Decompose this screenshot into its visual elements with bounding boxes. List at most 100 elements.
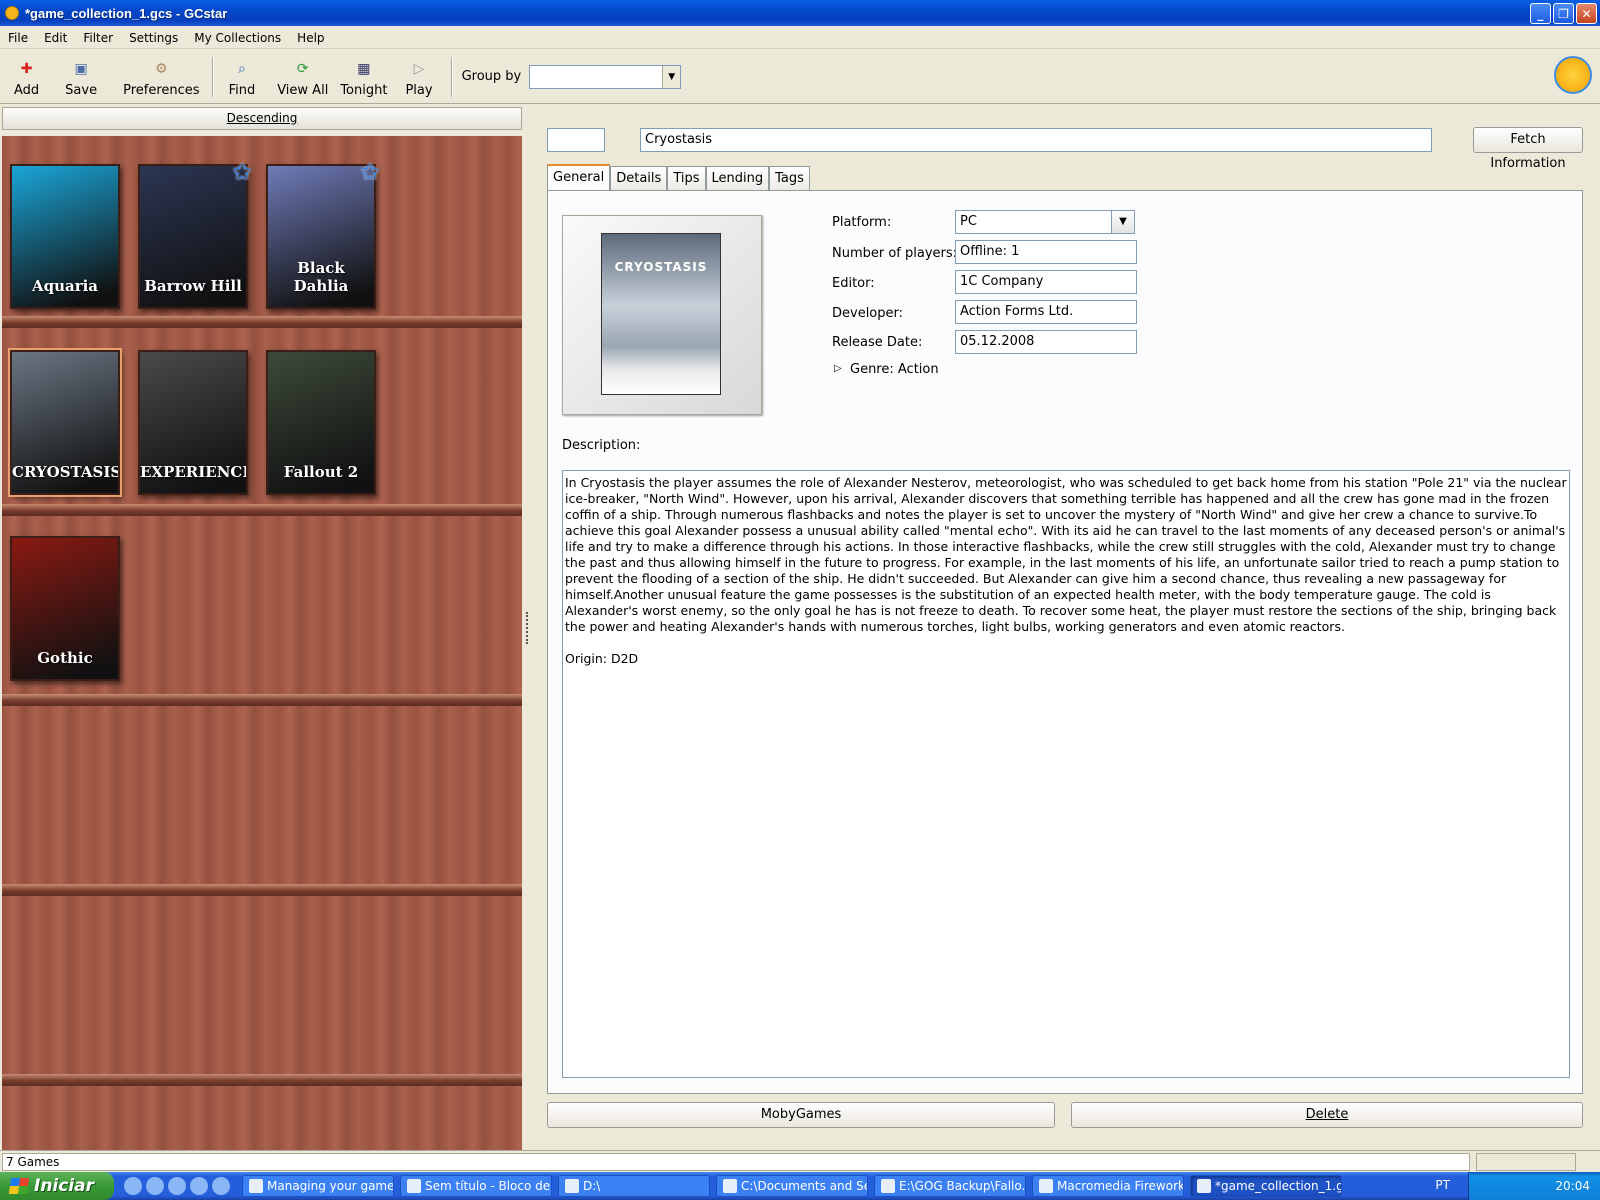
splitter-grip[interactable] (526, 612, 528, 644)
game-cover-title: Gothic (37, 649, 93, 667)
menu-filter[interactable]: Filter (75, 31, 121, 45)
group-by: Group by ▼ (462, 64, 682, 89)
tab-lending[interactable]: Lending (705, 166, 770, 190)
general-tab-panel: CRYOSTASIS Platform: PC ▼ Number of play… (547, 190, 1583, 1094)
game-cover-1[interactable]: Aquaria (10, 164, 120, 309)
game-cover-title: Aquaria (31, 277, 99, 295)
taskbar-button[interactable]: D:\ (558, 1175, 710, 1197)
taskbar: Iniciar Managing your game... Sem título … (0, 1172, 1600, 1200)
start-label: Iniciar (34, 1176, 95, 1196)
play-label: Play (405, 82, 433, 98)
menu-bar: File Edit Filter Settings My Collections… (0, 27, 1600, 49)
view-all-label: View All (277, 82, 329, 98)
description-textarea[interactable]: In Cryostasis the player assumes the rol… (562, 470, 1570, 1078)
players-label: Number of players: (832, 246, 958, 261)
genre-expander[interactable]: Genre: Action (850, 362, 939, 377)
game-cover-title: Fallout 2 (283, 463, 359, 481)
taskbar-button[interactable]: Macromedia Firework... (1032, 1175, 1184, 1197)
menu-settings[interactable]: Settings (121, 31, 186, 45)
preferences-label: Preferences (123, 82, 200, 98)
status-item-count: 7 Games (2, 1153, 1470, 1171)
windows-flag-icon (8, 1178, 30, 1194)
taskbar-button[interactable]: Managing your game... (242, 1175, 394, 1197)
save-button[interactable]: ▣ Save (65, 53, 97, 101)
menu-help[interactable]: Help (289, 31, 332, 45)
tab-details[interactable]: Details (610, 166, 668, 190)
genre-expander-icon[interactable]: ▷ (834, 363, 842, 374)
game-cover-title: CRYOSTASIS (12, 463, 120, 481)
menu-edit[interactable]: Edit (36, 31, 75, 45)
ie-icon[interactable] (124, 1177, 142, 1195)
save-label: Save (65, 82, 98, 98)
taskbar-button[interactable]: Sem título - Bloco de ... (400, 1175, 552, 1197)
restore-icon[interactable]: ❐ (1553, 3, 1574, 24)
add-button[interactable]: ✚ Add (14, 53, 39, 101)
view-all-icon: ⟳ (296, 60, 309, 77)
toolbar-separator (450, 56, 452, 97)
name-field[interactable]: Cryostasis (640, 128, 1432, 152)
detail-panel: Cryostasis Fetch Information General Det… (530, 105, 1600, 1150)
toolbar: ✚ Add ▣ Save ⚙ Preferences ⌕ Find ⟳ View… (0, 50, 1600, 104)
minimize-icon[interactable]: _ (1530, 3, 1551, 24)
platform-dropdown-arrow-icon[interactable]: ▼ (1111, 210, 1135, 234)
menu-file[interactable]: File (0, 31, 36, 45)
cover-image-frame[interactable]: CRYOSTASIS (562, 215, 762, 415)
game-cover-7[interactable]: Gothic (10, 536, 120, 681)
close-icon[interactable]: ✕ (1576, 3, 1597, 24)
window-title: *game_collection_1.gcs - GCstar (25, 5, 228, 21)
play-icon: ▷ (413, 60, 425, 77)
title-bar[interactable]: *game_collection_1.gcs - GCstar _ ❐ ✕ (0, 0, 1600, 26)
description-label: Description: (562, 438, 641, 453)
show-desktop-icon[interactable] (212, 1177, 230, 1195)
language-indicator[interactable]: PT (1435, 1178, 1450, 1192)
preferences-button[interactable]: ⚙ Preferences (123, 53, 199, 101)
save-icon: ▣ (74, 60, 88, 77)
taskbar-button[interactable]: E:\GOG Backup\Fallo... (874, 1175, 1026, 1197)
favorite-star-icon: ✩ (359, 158, 381, 186)
release-date-field[interactable]: 05.12.2008 (955, 330, 1137, 354)
sort-order-button[interactable]: Descending (2, 107, 522, 130)
chevron-down-icon[interactable]: ▼ (662, 65, 681, 88)
editor-label: Editor: (832, 276, 875, 291)
tab-bar: General Details Tips Lending Tags (547, 164, 810, 190)
release-date-label: Release Date: (832, 335, 923, 350)
tonight-button[interactable]: ▦ Tonight (340, 53, 387, 101)
add-icon: ✚ (20, 60, 33, 77)
view-all-button[interactable]: ⟳ View All (277, 53, 328, 101)
delete-button[interactable]: Delete (1071, 1102, 1583, 1128)
menu-my-collections[interactable]: My Collections (186, 31, 289, 45)
gcstar-window: *game_collection_1.gcs - GCstar _ ❐ ✕ Fi… (0, 0, 1600, 1172)
favorite-star-icon: ✩ (231, 158, 253, 186)
taskbar-button[interactable]: *game_collection_1.g... (1190, 1175, 1342, 1197)
mobygames-button[interactable]: MobyGames (547, 1102, 1055, 1128)
messenger-icon[interactable] (190, 1177, 208, 1195)
platform-field[interactable]: PC (955, 210, 1113, 234)
start-button[interactable]: Iniciar (0, 1172, 114, 1200)
tab-tags[interactable]: Tags (769, 166, 810, 190)
system-tray: 20:04 (1468, 1172, 1600, 1200)
find-icon: ⌕ (237, 60, 246, 77)
developer-field[interactable]: Action Forms Ltd. (955, 300, 1137, 324)
game-cover-6[interactable]: Fallout 2 (266, 350, 376, 495)
players-field[interactable]: Offline: 1 (955, 240, 1137, 264)
tonight-icon: ▦ (357, 60, 371, 77)
clock[interactable]: 20:04 (1555, 1179, 1590, 1193)
editor-field[interactable]: 1C Company (955, 270, 1137, 294)
find-button[interactable]: ⌕ Find (229, 53, 256, 101)
find-label: Find (228, 82, 256, 98)
fetch-information-button[interactable]: Fetch Information (1473, 127, 1583, 171)
id-field[interactable] (547, 128, 605, 152)
tab-tips[interactable]: Tips (667, 166, 706, 190)
group-by-select[interactable]: ▼ (529, 64, 682, 89)
game-cover-5[interactable]: EXPERIENCE112 (138, 350, 248, 495)
bookshelf: Aquaria Barrow Hill ✩ Black Dahlia ✩ CRYOSTAS… (2, 136, 522, 1150)
play-button[interactable]: ▷ Play (405, 53, 432, 101)
game-cover-4[interactable]: CRYOSTASIS (8, 348, 122, 497)
quick-launch (124, 1177, 230, 1195)
media-player-icon[interactable] (168, 1177, 186, 1195)
shelf-plank (2, 504, 522, 516)
taskbar-button[interactable]: C:\Documents and Se... (716, 1175, 868, 1197)
shelf-plank (2, 694, 522, 706)
tab-general[interactable]: General (547, 164, 611, 190)
firefox-icon[interactable] (146, 1177, 164, 1195)
